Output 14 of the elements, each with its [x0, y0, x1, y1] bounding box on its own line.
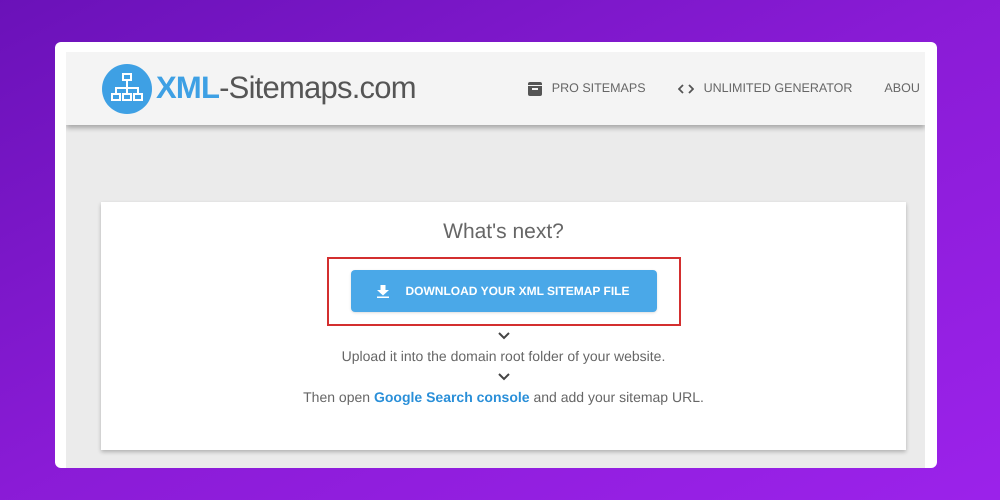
nav-link[interactable]: PRO SITEMAPS	[528, 79, 646, 98]
nav-link[interactable]: ABOU	[884, 79, 920, 98]
sitemap-logo-icon	[102, 64, 152, 114]
instruction-text: Upload it into the domain root folder of your website.	[342, 346, 666, 366]
site-logo-text[interactable]: XML-Sitemaps.com	[156, 65, 416, 112]
archive-icon	[528, 82, 542, 96]
search-console-link[interactable]: Google Search console	[374, 388, 530, 404]
card-title: What's next?	[443, 219, 564, 245]
instruction-text: Then open Google Search console and add your sitemap URL.	[303, 388, 704, 407]
nav-link[interactable]: UNLIMITED GENERATOR	[678, 79, 852, 98]
chevron-down-icon	[498, 332, 510, 340]
code-icon	[678, 84, 694, 94]
download-icon	[377, 284, 390, 298]
chevron-down-icon	[498, 372, 510, 380]
